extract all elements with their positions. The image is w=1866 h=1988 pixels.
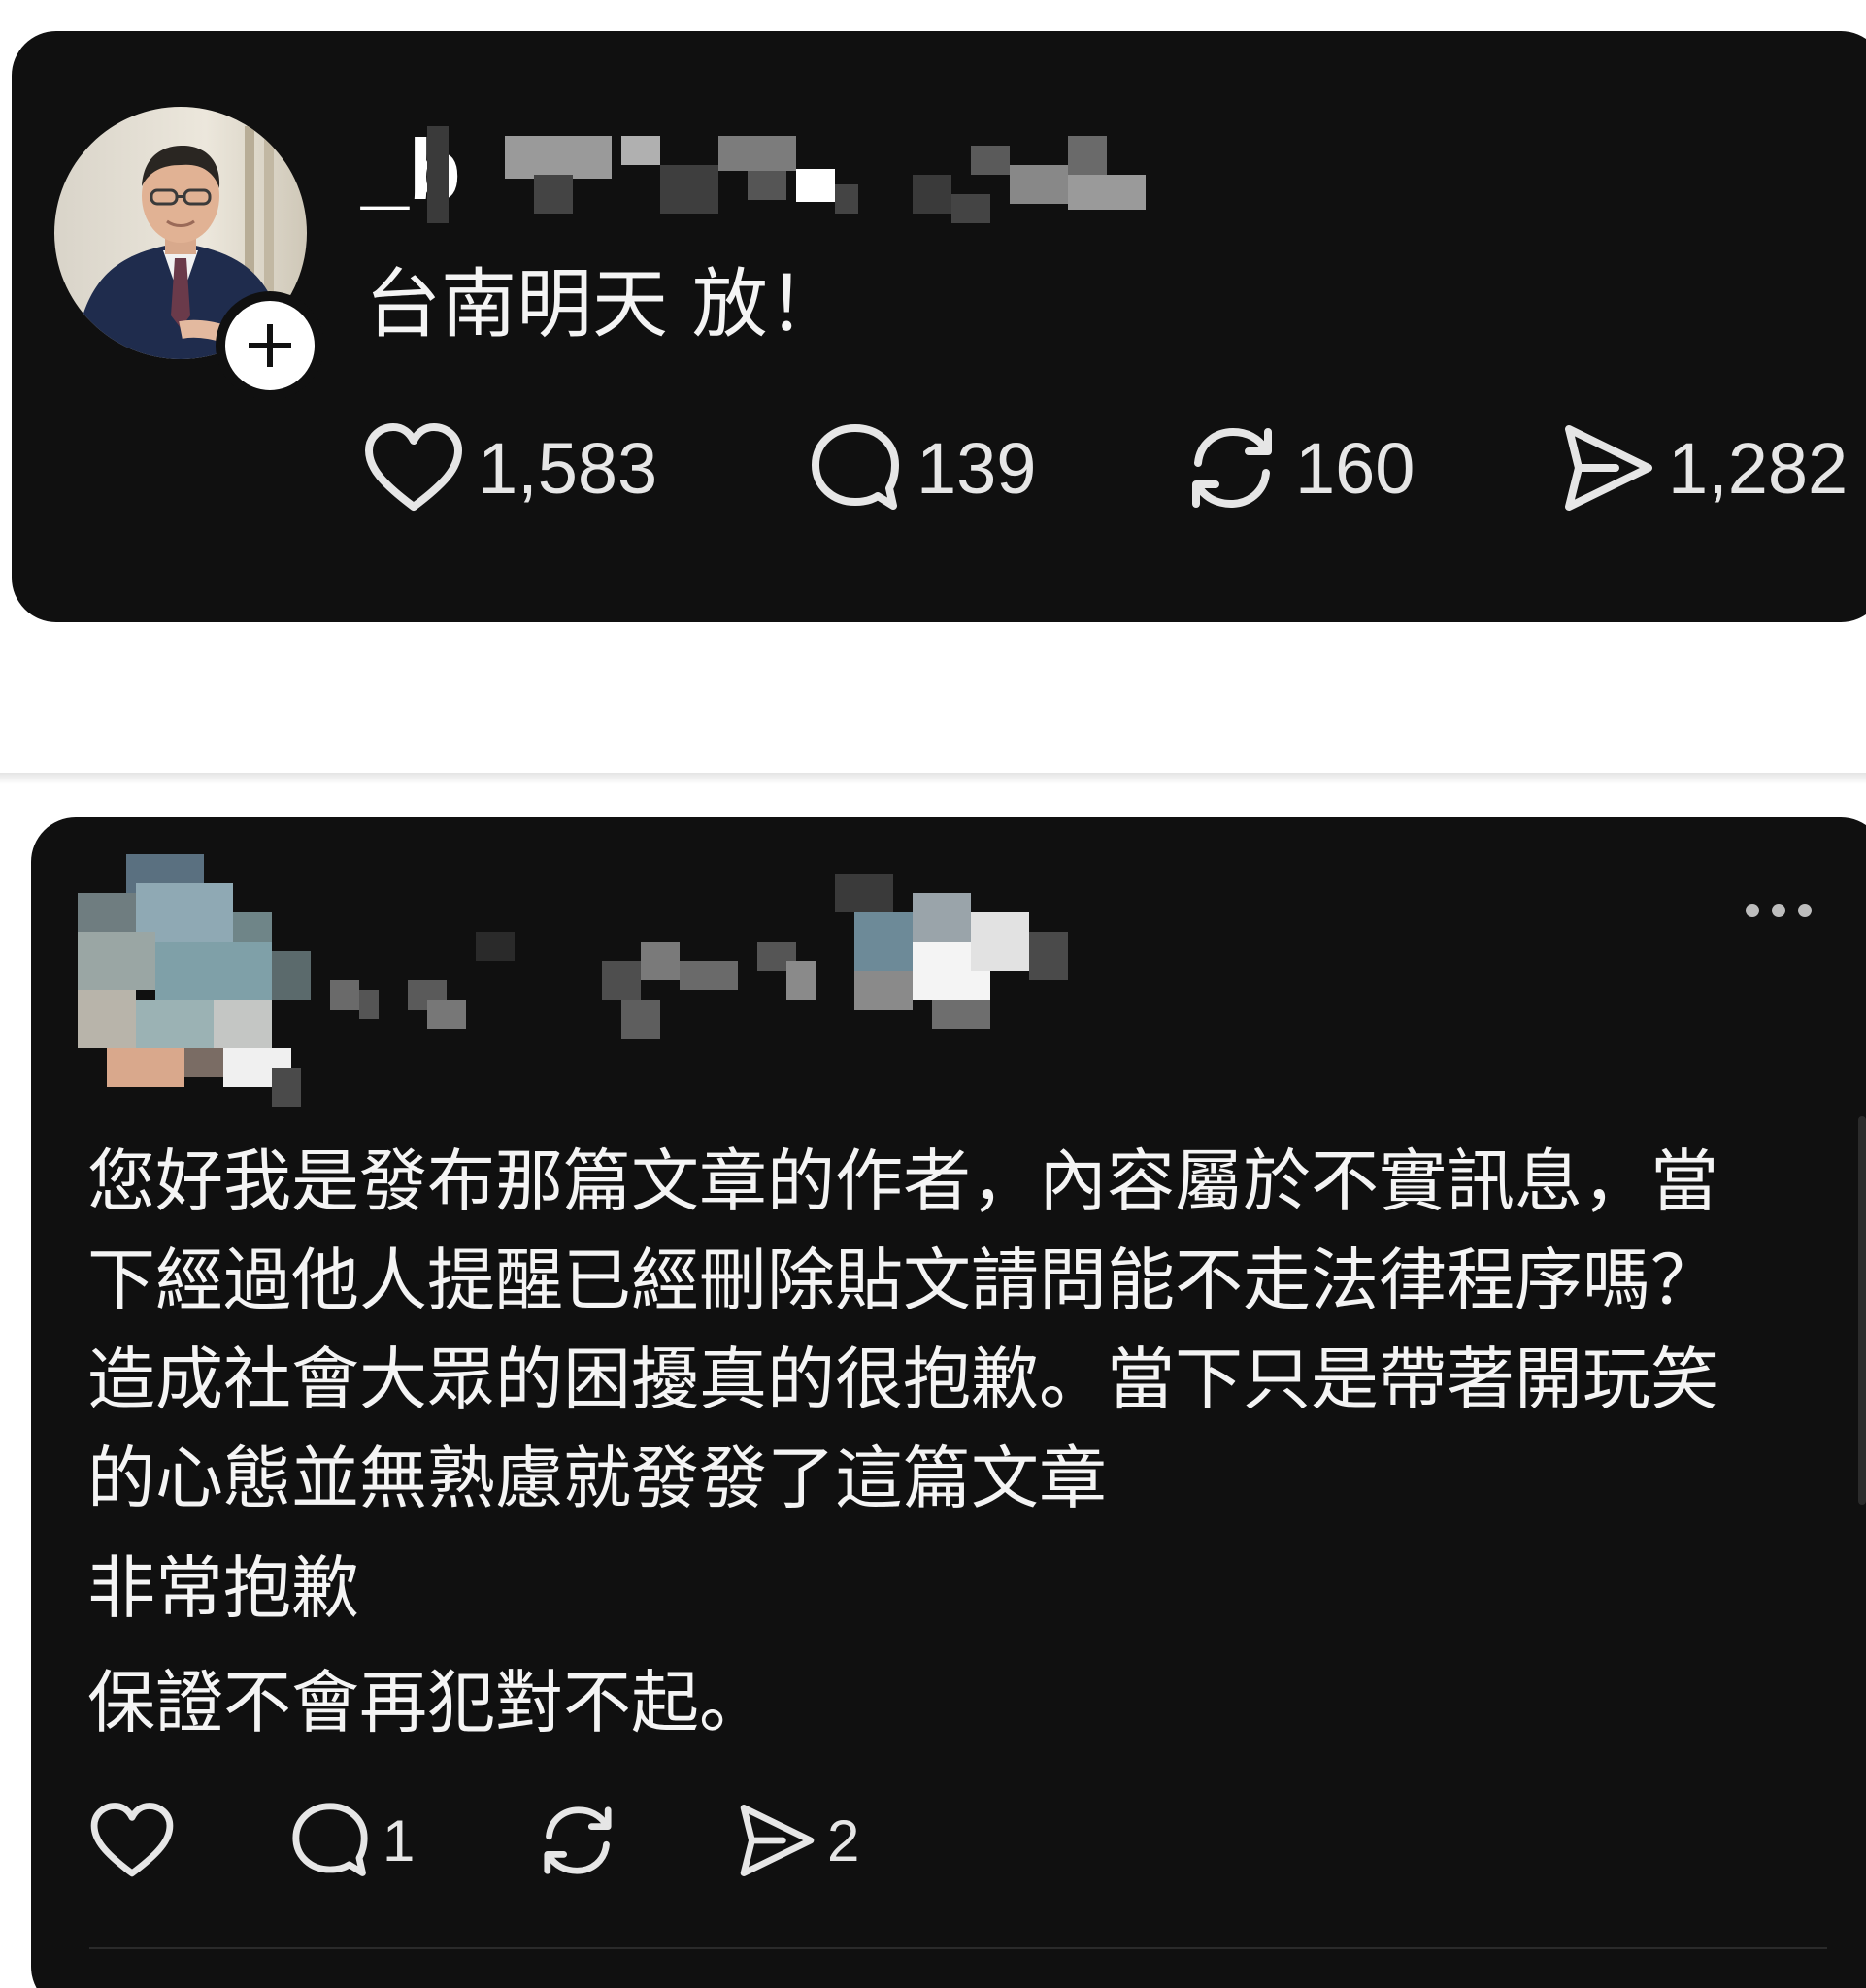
more-icon[interactable] bbox=[1746, 897, 1812, 924]
post-text: 台南明天 放！ bbox=[365, 261, 844, 348]
heart-icon bbox=[365, 423, 462, 511]
follow-button[interactable] bbox=[216, 291, 324, 400]
share-button[interactable]: 1,282 bbox=[1557, 419, 1848, 516]
like-count: 1,583 bbox=[478, 427, 658, 509]
share-count: 1,282 bbox=[1668, 427, 1849, 509]
heart-icon bbox=[90, 1803, 174, 1877]
reply-text: 您好我是發布那篇文章的作者，內容屬於不實訊息，當 下經過他人提醒已經刪除貼文請問… bbox=[87, 1132, 1816, 1757]
repost-button[interactable]: 160 bbox=[1183, 419, 1415, 516]
reply-share-button[interactable]: 2 bbox=[734, 1792, 859, 1889]
reply-repost-button[interactable] bbox=[536, 1792, 619, 1889]
reply-line: 造成社會大眾的困擾真的很抱歉。當下只是帶著開玩笑 bbox=[87, 1340, 1718, 1419]
reply-like-button[interactable] bbox=[89, 1792, 175, 1889]
comment-icon bbox=[292, 1803, 368, 1876]
redacted-reply-username bbox=[330, 874, 1068, 1039]
repost-icon bbox=[1192, 427, 1272, 509]
repost-icon bbox=[544, 1806, 612, 1874]
send-icon bbox=[1565, 425, 1652, 511]
reply-share-count: 2 bbox=[827, 1807, 860, 1873]
send-icon bbox=[740, 1805, 815, 1876]
reply-reply-count: 1 bbox=[383, 1807, 416, 1873]
reply-line: 的心態並無熟慮就發發了這篇文章 bbox=[87, 1439, 1107, 1518]
reply-avatar[interactable] bbox=[78, 854, 311, 1107]
like-button[interactable]: 1,583 bbox=[363, 419, 657, 516]
reply-reply-button[interactable]: 1 bbox=[289, 1792, 415, 1889]
comment-icon bbox=[812, 424, 899, 510]
reply-paragraph: 非常抱歉 bbox=[87, 1548, 359, 1628]
redacted-username bbox=[427, 126, 1146, 223]
reply-line: 您好我是發布那篇文章的作者，內容屬於不實訊息，當 bbox=[87, 1142, 1718, 1221]
reply-button[interactable]: 139 bbox=[808, 419, 1036, 516]
plus-icon bbox=[249, 324, 291, 367]
divider bbox=[89, 1947, 1827, 1949]
scrollbar[interactable] bbox=[1858, 1116, 1866, 1505]
reply-paragraph: 保證不會再犯對不起。 bbox=[87, 1663, 767, 1742]
screenshot-separator bbox=[0, 773, 1866, 784]
reply-count: 139 bbox=[916, 427, 1037, 509]
reply-line: 下經過他人提醒已經刪除貼文請問能不走法律程序嗎？ bbox=[87, 1241, 1718, 1320]
repost-count: 160 bbox=[1295, 427, 1416, 509]
